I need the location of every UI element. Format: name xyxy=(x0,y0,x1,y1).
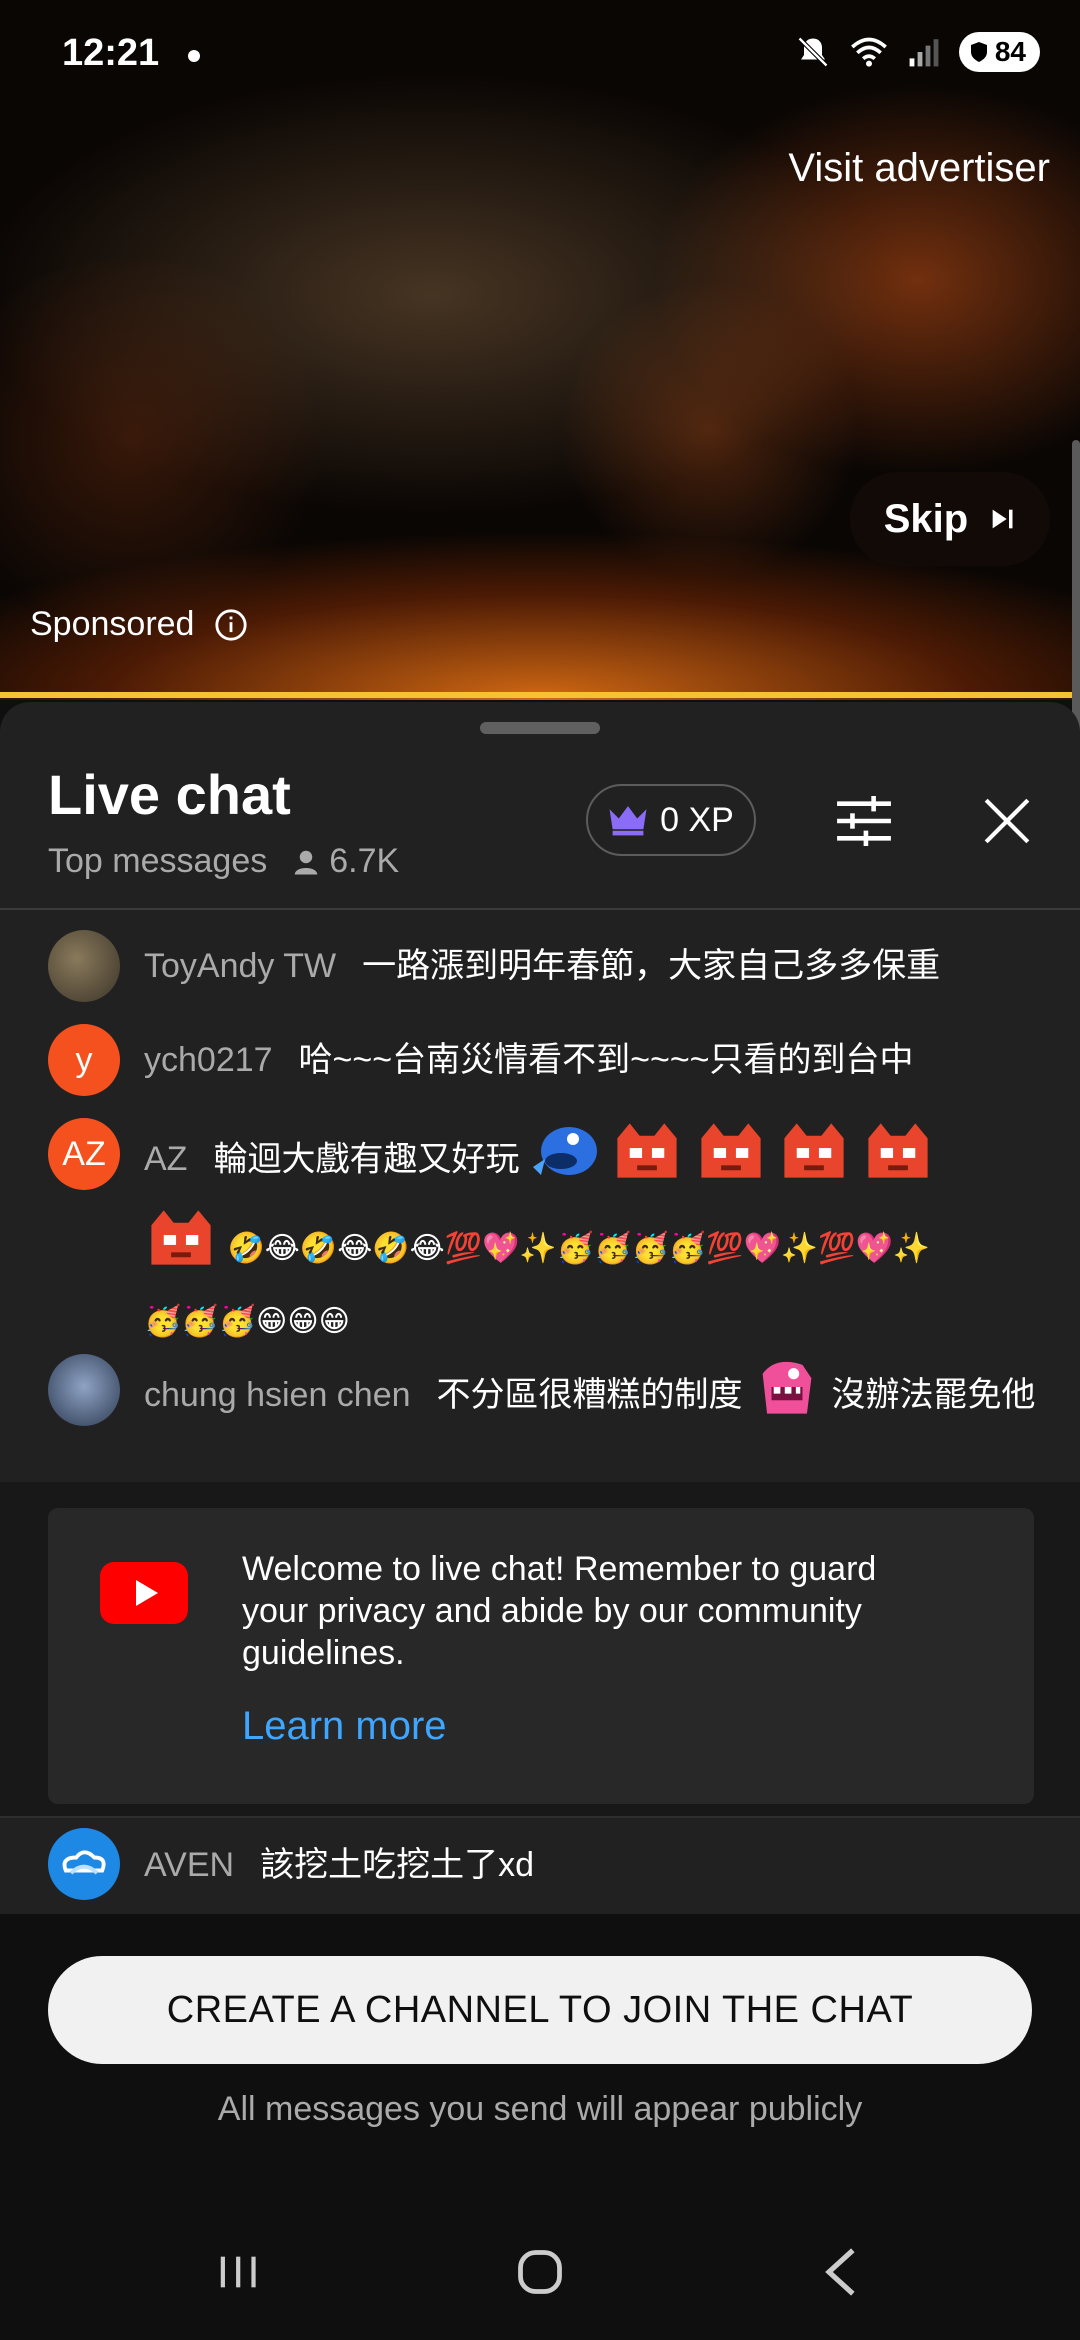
message-author[interactable]: ych0217 xyxy=(144,1041,273,1079)
notification-dot xyxy=(188,50,200,62)
back-button[interactable] xyxy=(812,2242,872,2302)
emoji-string: 🤣😂🤣😂🤣😂💯💖✨🥳🥳🥳🥳💯💖✨💯💖✨ xyxy=(227,1231,931,1265)
recent-apps-button[interactable] xyxy=(208,2242,268,2302)
person-icon xyxy=(294,850,318,874)
shield-icon xyxy=(970,42,987,62)
recent-apps-icon xyxy=(220,2256,256,2288)
emoji-string: 🥳🥳🥳😁😁😁 xyxy=(144,1305,350,1339)
emoji-red-cat xyxy=(694,1118,768,1205)
emoji-pink-monster xyxy=(752,1356,822,1438)
emoji-red-cat xyxy=(861,1118,935,1205)
battery-indicator: 84 xyxy=(958,32,1040,72)
message-text: 一路漲到明年春節，大家自己多多保重 xyxy=(362,947,941,985)
video-frame-glow xyxy=(0,260,340,620)
skip-ad-button[interactable]: Skip xyxy=(850,472,1050,566)
ad-progress-bar xyxy=(0,692,1080,698)
back-icon xyxy=(825,2248,855,2296)
drag-handle[interactable] xyxy=(480,722,600,734)
emoji-red-cat xyxy=(144,1205,218,1292)
divider xyxy=(0,908,1080,910)
avatar[interactable]: y xyxy=(48,1024,120,1096)
status-time: 12:21 xyxy=(62,32,160,74)
avatar[interactable]: AZ xyxy=(48,1118,120,1190)
message-text: 哈~~~台南災情看不到~~~~只看的到台中 xyxy=(298,1041,914,1079)
emoji-red-cat xyxy=(777,1118,851,1205)
message-author[interactable]: chung hsien chen xyxy=(144,1376,411,1414)
viewer-count: 6.7K xyxy=(291,842,399,881)
sponsored-label: Sponsored xyxy=(30,605,248,644)
chat-mode-selector[interactable]: Top messages 6.7K xyxy=(48,842,399,881)
live-chat-panel: Live chat Top messages 6.7K 0 XP ToyAndy… xyxy=(0,702,1080,2340)
xp-button[interactable]: 0 XP xyxy=(586,784,756,856)
signal-icon xyxy=(909,39,939,67)
message-text: 輪迴大戲有趣又好玩 xyxy=(213,1140,520,1179)
home-icon xyxy=(518,2250,562,2294)
visit-advertiser-link[interactable]: Visit advertiser xyxy=(788,146,1050,191)
status-bar: 12:21 84 xyxy=(0,0,1080,110)
learn-more-link[interactable]: Learn more xyxy=(242,1704,447,1749)
welcome-text: Welcome to live chat! Remember to guard … xyxy=(242,1550,877,1672)
skip-label: Skip xyxy=(883,496,969,541)
emoji-blue-blob xyxy=(529,1122,601,1201)
viewer-count-value: 6.7K xyxy=(329,842,400,880)
message-author[interactable]: AVEN xyxy=(144,1846,234,1884)
message-text: 沒辦法罷免他 xyxy=(831,1375,1036,1414)
cloud-logo-icon xyxy=(62,1850,106,1875)
public-note: All messages you send will appear public… xyxy=(217,2090,863,2128)
battery-level: 84 xyxy=(994,36,1026,67)
chat-message[interactable]: AVEN 該挖土吃挖土了xd xyxy=(0,1816,1080,1912)
avatar[interactable] xyxy=(48,930,120,1002)
wifi-icon xyxy=(850,37,887,67)
sponsored-text: Sponsored xyxy=(30,605,195,643)
message-author[interactable]: ToyAndy TW xyxy=(144,947,336,985)
info-icon[interactable] xyxy=(214,608,248,642)
crown-icon xyxy=(609,806,647,836)
create-channel-button[interactable]: CREATE A CHANNEL TO JOIN THE CHAT xyxy=(48,1956,1032,2064)
filter-icon[interactable] xyxy=(834,796,894,846)
xp-value: 0 XP xyxy=(660,800,734,839)
avatar[interactable] xyxy=(48,1354,120,1426)
avatar[interactable] xyxy=(48,1828,120,1900)
message-text: 該挖土吃挖土了xd xyxy=(260,1846,534,1884)
mute-icon xyxy=(797,36,828,68)
chat-mode-label: Top messages xyxy=(48,842,268,880)
system-nav-bar xyxy=(0,2220,1080,2340)
home-button[interactable] xyxy=(510,2242,570,2302)
message-author[interactable]: AZ xyxy=(144,1140,187,1178)
welcome-notice: Welcome to live chat! Remember to guard … xyxy=(48,1508,1034,1804)
close-icon[interactable] xyxy=(982,796,1032,846)
message-text: 不分區很糟糕的制度 xyxy=(436,1375,743,1414)
video-frame-glow xyxy=(560,280,860,580)
youtube-logo-icon xyxy=(100,1562,188,1624)
skip-next-icon xyxy=(992,509,1013,529)
page-title: Live chat xyxy=(48,763,291,826)
emoji-red-cat xyxy=(610,1118,684,1205)
chat-message-list[interactable]: ToyAndy TW 一路漲到明年春節，大家自己多多保重 y ych0217 哈~~… xyxy=(0,912,1080,1482)
